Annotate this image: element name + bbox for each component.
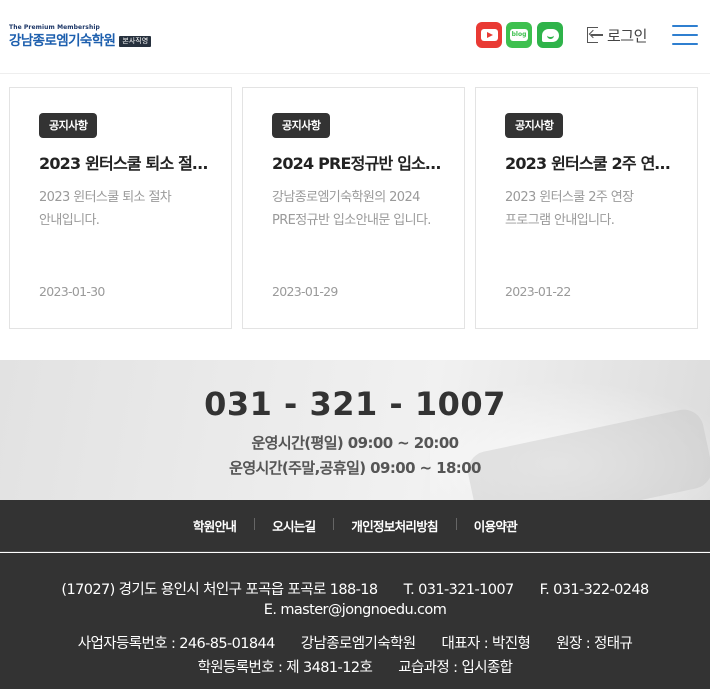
contact-banner: 031 - 321 - 1007 운영시간(평일) 09:00 ~ 20:00 …	[0, 360, 710, 500]
notice-card[interactable]: 공지사항 2024 PRE정규반 입소안내문 강남종로엠기숙학원의 2024 P…	[242, 87, 465, 329]
footer-email: E. master@jongnoedu.com	[263, 602, 447, 618]
footer-academy-no: 학원등록번호 : 제 3481-12호	[197, 660, 373, 676]
logo-name: 강남종로엠기숙학원	[9, 33, 116, 49]
notice-date: 2023-01-30	[39, 284, 105, 299]
footer-contact-line: (17027) 경기도 용인시 처인구 포곡읍 포곡로 188-18 T. 03…	[0, 578, 710, 599]
notice-badge: 공지사항	[39, 113, 98, 138]
footer-ceo: 대표자 : 박진형	[441, 636, 531, 652]
logo-tagline: The Premium Membership	[9, 24, 100, 31]
hours-weekday: 운영시간(평일) 09:00 ~ 20:00	[251, 434, 459, 452]
notice-description: 2023 윈터스쿨 2주 연장 프로그램 안내입니다.	[505, 190, 634, 228]
notice-title[interactable]: 2024 PRE정규반 입소안내문	[272, 154, 442, 174]
footer-tel: T. 031-321-1007	[403, 582, 515, 598]
hours-weekend: 운영시간(주말,공휴일) 09:00 ~ 18:00	[229, 459, 481, 477]
footer-link-privacy[interactable]: 개인정보처리방침	[333, 516, 455, 535]
footer-business-line: 사업자등록번호 : 246-85-01844 강남종로엠기숙학원 대표자 : 박…	[0, 632, 710, 653]
hamburger-menu-icon[interactable]	[672, 24, 698, 46]
youtube-play-icon	[480, 29, 498, 41]
footer-business-no: 사업자등록번호 : 246-85-01844	[77, 636, 276, 652]
login-button[interactable]: 로그인	[586, 24, 647, 46]
login-label: 로그인	[607, 26, 647, 45]
kakaotalk-icon[interactable]	[537, 22, 563, 48]
notice-date: 2023-01-29	[272, 284, 338, 299]
notice-description: 2023 윈터스쿨 퇴소 절차 안내입니다.	[39, 190, 172, 228]
contact-phone[interactable]: 031 - 321 - 1007	[0, 384, 710, 424]
blog-label: blog	[510, 29, 528, 41]
site-logo[interactable]: The Premium Membership 강남종로엠기숙학원 본사직영	[9, 24, 152, 49]
talk-bubble-icon	[541, 28, 559, 42]
footer-company: 강남종로엠기숙학원	[300, 636, 416, 652]
notice-description: 강남종로엠기숙학원의 2024 PRE정규반 입소안내문 입니다.	[272, 190, 431, 228]
blog-icon[interactable]: blog	[506, 22, 532, 48]
youtube-icon[interactable]	[476, 22, 502, 48]
footer-email-line: E. master@jongnoedu.com	[0, 602, 710, 618]
footer-course: 교습과정 : 입시종합	[398, 660, 513, 676]
notice-date: 2023-01-22	[505, 284, 571, 299]
footer-address: (17027) 경기도 용인시 처인구 포곡읍 포곡로 188-18	[61, 582, 378, 598]
footer-info: (17027) 경기도 용인시 처인구 포곡읍 포곡로 188-18 T. 03…	[0, 553, 710, 689]
footer-link-directions[interactable]: 오시는길	[254, 516, 333, 535]
notice-title[interactable]: 2023 윈터스쿨 퇴소 절차 안내	[39, 154, 209, 174]
footer-link-about[interactable]: 학원안내	[175, 516, 254, 535]
footer-link-terms[interactable]: 이용약관	[455, 516, 535, 535]
footer-registration-line: 학원등록번호 : 제 3481-12호 교습과정 : 입시종합	[0, 656, 710, 677]
footer-fax: F. 031-322-0248	[539, 582, 650, 598]
footer-director: 원장 : 정태규	[556, 636, 633, 652]
notice-badge: 공지사항	[505, 113, 564, 138]
notice-card[interactable]: 공지사항 2023 윈터스쿨 2주 연장 프로그램 2023 윈터스쿨 2주 연…	[475, 87, 698, 329]
notice-badge: 공지사항	[272, 113, 331, 138]
login-icon	[586, 25, 604, 45]
logo-badge: 본사직영	[119, 35, 152, 47]
logo-row: 강남종로엠기숙학원 본사직영	[9, 33, 152, 49]
notice-card[interactable]: 공지사항 2023 윈터스쿨 퇴소 절차 안내 2023 윈터스쿨 퇴소 절차 …	[9, 87, 232, 329]
site-header: The Premium Membership 강남종로엠기숙학원 본사직영 bl…	[0, 0, 710, 74]
notice-title[interactable]: 2023 윈터스쿨 2주 연장 프로그램	[505, 154, 675, 174]
footer-nav: 학원안내 오시는길 개인정보처리방침 이용약관	[0, 500, 710, 552]
